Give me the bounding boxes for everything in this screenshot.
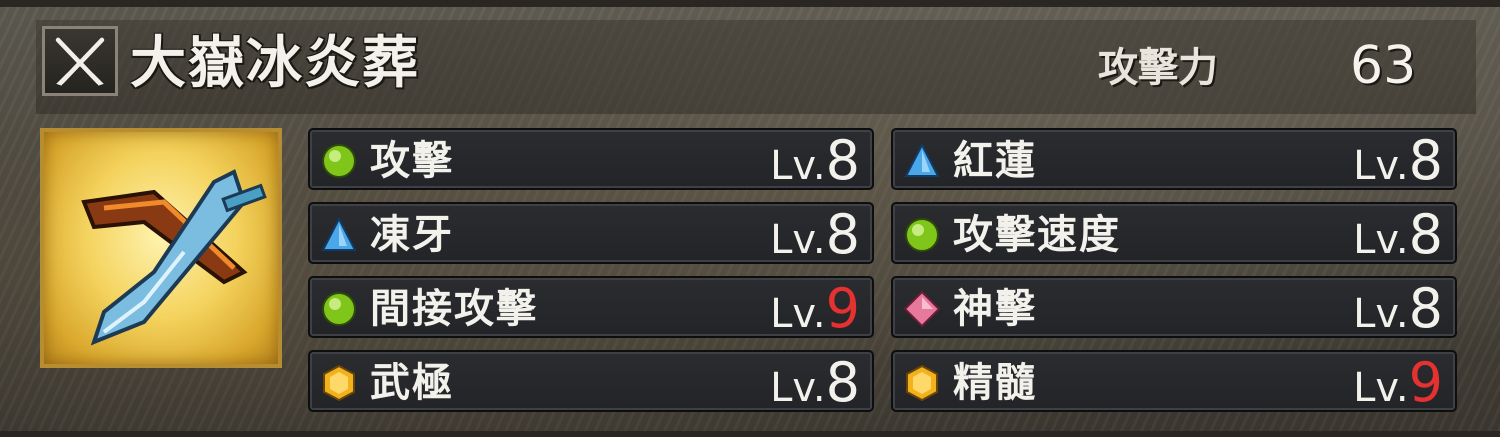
blue-triangle-icon [903, 142, 941, 180]
skill-name: 武極 [370, 360, 454, 406]
skill-level: Lv.8 [770, 355, 860, 412]
level-number: 8 [1408, 203, 1443, 266]
skill-name: 攻擊 [370, 138, 454, 184]
level-prefix: Lv. [770, 291, 826, 337]
level-number: 8 [1408, 277, 1443, 340]
attack-value: 63 [1350, 36, 1417, 96]
skill-level: Lv.9 [1353, 355, 1443, 412]
green-orb-icon [903, 216, 941, 254]
gold-hexagon-icon [320, 364, 358, 402]
level-prefix: Lv. [770, 143, 826, 189]
skill-name: 攻擊速度 [953, 212, 1121, 258]
skill-level: Lv.8 [1353, 133, 1443, 190]
skill-slot[interactable]: 神擊 Lv.8 [891, 276, 1457, 338]
dual-blades-icon [42, 26, 118, 96]
skill-slot[interactable]: 間接攻擊 Lv.9 [308, 276, 874, 338]
level-prefix: Lv. [770, 365, 826, 411]
skill-level: Lv.9 [770, 281, 860, 338]
level-number: 8 [1408, 129, 1443, 192]
level-number: 8 [825, 203, 860, 266]
skill-name: 凍牙 [370, 212, 454, 258]
level-prefix: Lv. [1353, 291, 1409, 337]
green-orb-icon [320, 142, 358, 180]
level-prefix: Lv. [1353, 217, 1409, 263]
green-orb-icon [320, 290, 358, 328]
level-number: 8 [825, 351, 860, 414]
level-number: 9 [825, 277, 860, 340]
level-number: 8 [825, 129, 860, 192]
level-prefix: Lv. [770, 217, 826, 263]
pink-diamond-icon [903, 290, 941, 328]
skill-slot[interactable]: 攻擊速度 Lv.8 [891, 202, 1457, 264]
level-prefix: Lv. [1353, 143, 1409, 189]
skill-slot[interactable]: 紅蓮 Lv.8 [891, 128, 1457, 190]
skill-slot[interactable]: 精髓 Lv.9 [891, 350, 1457, 412]
level-prefix: Lv. [1353, 365, 1409, 411]
skill-level: Lv.8 [770, 207, 860, 264]
skill-slot[interactable]: 攻擊 Lv.8 [308, 128, 874, 190]
skill-name: 紅蓮 [953, 138, 1037, 184]
skill-level: Lv.8 [1353, 281, 1443, 338]
gold-hexagon-icon [903, 364, 941, 402]
skill-level: Lv.8 [770, 133, 860, 190]
skill-slot[interactable]: 凍牙 Lv.8 [308, 202, 874, 264]
skill-slot[interactable]: 武極 Lv.8 [308, 350, 874, 412]
level-number: 9 [1408, 351, 1443, 414]
weapon-portrait-icon [40, 128, 282, 368]
weapon-name: 大嶽冰炎葬 [130, 31, 420, 96]
attack-label: 攻擊力 [1098, 45, 1218, 91]
blue-triangle-icon [320, 216, 358, 254]
skill-name: 間接攻擊 [370, 286, 538, 332]
skill-name: 神擊 [953, 286, 1037, 332]
skill-name: 精髓 [953, 360, 1037, 406]
skill-level: Lv.8 [1353, 207, 1443, 264]
